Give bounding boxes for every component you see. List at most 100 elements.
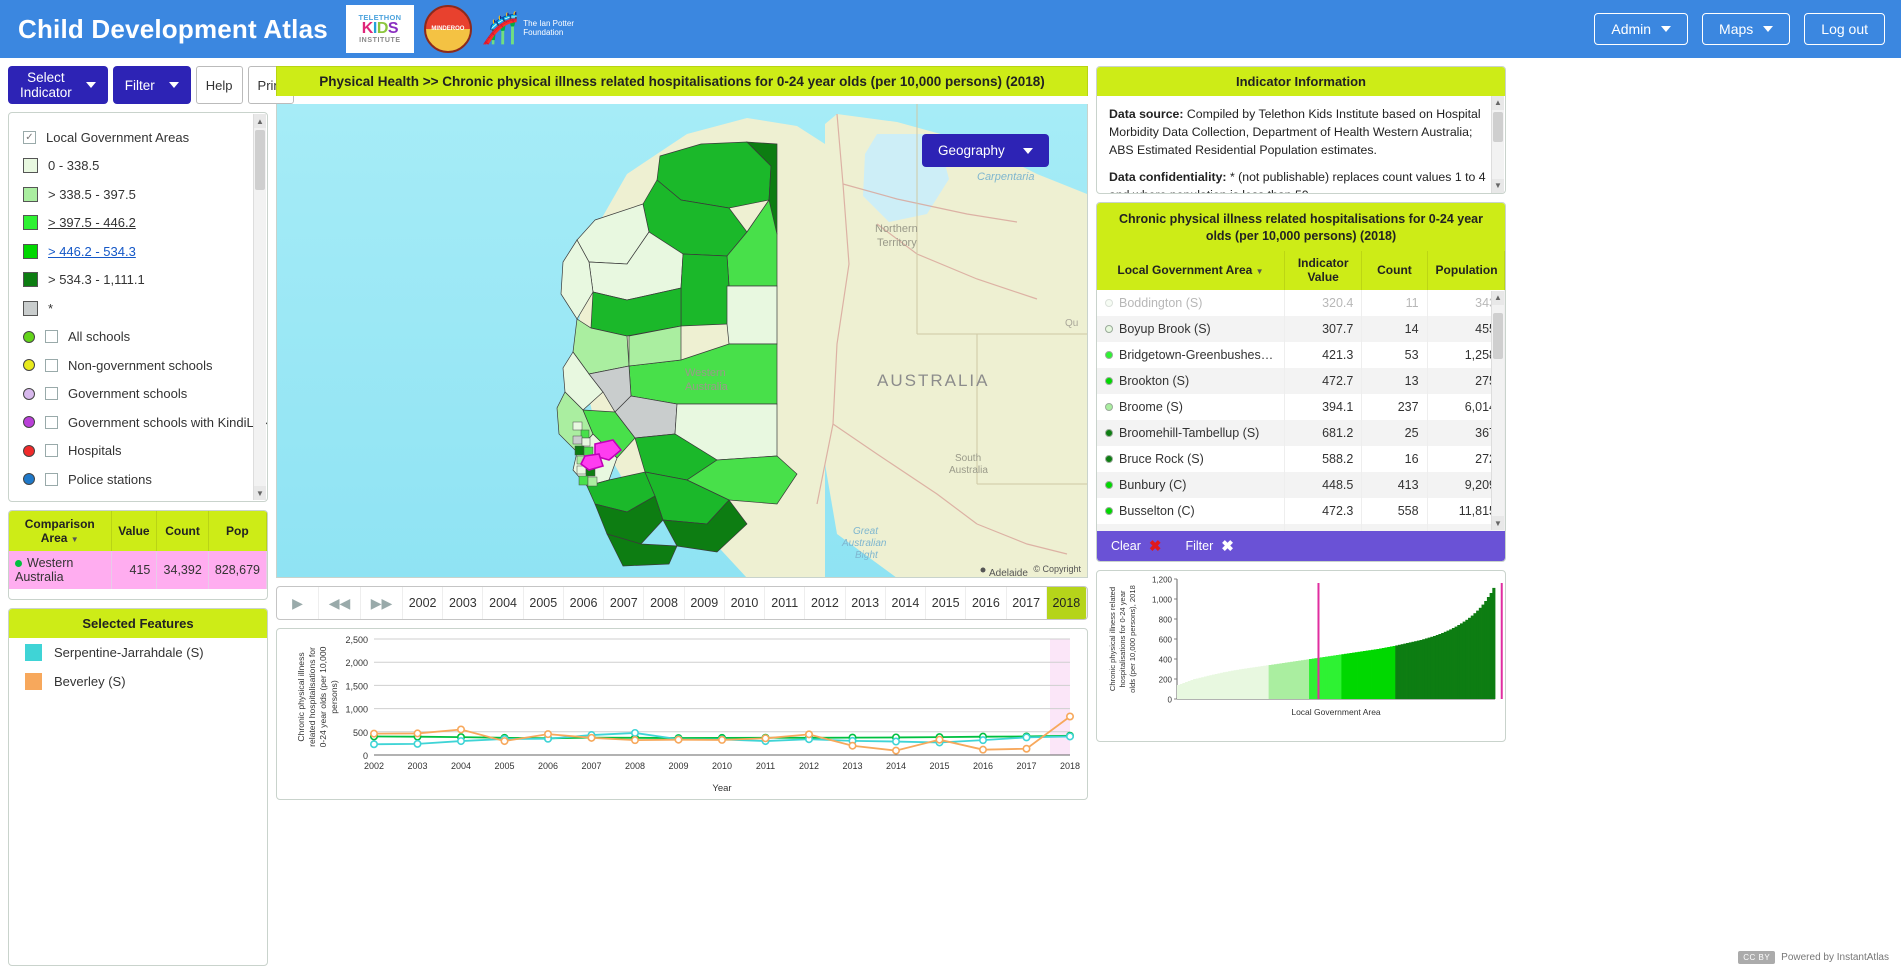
comparison-col-area[interactable]: Comparison Area ▼: [9, 511, 112, 551]
row-count: 16: [1361, 445, 1428, 472]
table-row[interactable]: Bridgetown-Greenbushes (S) 421.3 53 1,25…: [1097, 341, 1505, 368]
timeline-year-2003[interactable]: 2003: [443, 587, 484, 619]
timeline-year-2002[interactable]: 2002: [403, 587, 444, 619]
scrollbar-thumb[interactable]: [255, 130, 265, 190]
scroll-up-icon[interactable]: ▲: [1492, 96, 1504, 110]
col-indicator-value[interactable]: Indicator Value: [1284, 250, 1363, 290]
timeline-year-2017[interactable]: 2017: [1007, 587, 1047, 619]
table-row[interactable]: Boddington (S) 320.4 11 343: [1097, 289, 1505, 316]
comparison-col-pop[interactable]: Pop: [208, 511, 267, 551]
data-table-scroll-area[interactable]: Boddington (S) 320.4 11 343 Boyup Brook …: [1097, 289, 1505, 531]
timeline-year-2011[interactable]: 2011: [765, 587, 806, 619]
timeline-year-2018[interactable]: 2018: [1046, 587, 1087, 619]
table-row[interactable]: Bruce Rock (S) 588.2 16 272: [1097, 445, 1505, 472]
table-row[interactable]: Busselton (C) 472.3 558 11,815: [1097, 497, 1505, 524]
legend-overlay-row[interactable]: Public libraries: [23, 494, 259, 501]
col-local-government-area[interactable]: Local Government Area ▼: [1097, 250, 1285, 290]
legend-class-row[interactable]: > 338.5 - 397.5: [23, 180, 259, 209]
table-filter-button[interactable]: Filter ✖: [1185, 537, 1233, 555]
legend-layer-checkbox[interactable]: ✓: [23, 130, 36, 144]
legend-class-row[interactable]: > 534.3 - 1,111.1: [23, 266, 259, 295]
timeline-year-2013[interactable]: 2013: [846, 587, 886, 619]
clear-button[interactable]: Clear ✖: [1111, 537, 1161, 555]
table-row[interactable]: Western Australia 415 34,392 828,679: [9, 551, 267, 589]
legend-class-label[interactable]: > 397.5 - 446.2: [48, 215, 136, 230]
legend-overlay-row[interactable]: All schools: [23, 323, 259, 352]
timeline-year-2016[interactable]: 2016: [966, 587, 1007, 619]
select-indicator-button[interactable]: Select Indicator: [8, 66, 108, 104]
legend-overlay-checkbox[interactable]: [45, 444, 58, 458]
table-row[interactable]: Boyup Brook (S) 307.7 14 455: [1097, 315, 1505, 342]
legend-overlay-checkbox[interactable]: [45, 387, 58, 401]
legend-overlay-label: Police stations: [68, 471, 152, 487]
list-item[interactable]: Beverley (S): [9, 667, 267, 696]
timeline-year-2006[interactable]: 2006: [564, 587, 605, 619]
scroll-down-icon[interactable]: ▼: [1492, 179, 1504, 193]
admin-menu-button[interactable]: Admin: [1594, 13, 1689, 45]
fast-forward-icon[interactable]: ▶▶: [361, 587, 403, 619]
table-row[interactable]: Broome (S) 394.1 237 6,014: [1097, 393, 1505, 420]
chart-bar: [1424, 638, 1429, 699]
tki-logo-line2: KIDS: [361, 20, 399, 38]
map-graphic[interactable]: Carpentaria Northern Territory Western Austr…: [277, 104, 1087, 578]
table-row[interactable]: Cambridge (T) 527.3 499 9,464: [1097, 523, 1505, 531]
help-button[interactable]: Help: [195, 66, 243, 104]
comparison-col-count[interactable]: Count: [156, 511, 209, 551]
scroll-up-icon[interactable]: ▲: [1492, 290, 1504, 305]
scroll-down-icon[interactable]: ▼: [254, 486, 266, 500]
col-count[interactable]: Count: [1361, 250, 1428, 290]
timeline-year-2010[interactable]: 2010: [725, 587, 766, 619]
legend-class-label[interactable]: > 446.2 - 534.3: [48, 244, 136, 259]
maps-menu-button[interactable]: Maps: [1702, 13, 1791, 45]
legend-class-row[interactable]: > 397.5 - 446.2: [23, 209, 259, 238]
row-count: 499: [1361, 523, 1428, 531]
table-row[interactable]: Broomehill-Tambellup (S) 681.2 25 367: [1097, 419, 1505, 446]
play-icon[interactable]: ▶: [277, 587, 319, 619]
info-scrollbar[interactable]: ▲ ▼: [1491, 96, 1504, 193]
timeline-slider[interactable]: ▶ ◀◀ ▶▶ 2002 2003 2004 2005 2006 2007 2008 2009…: [276, 586, 1088, 620]
scrollbar-thumb[interactable]: [1493, 312, 1503, 359]
timeline-year-2007[interactable]: 2007: [604, 587, 645, 619]
rewind-icon[interactable]: ◀◀: [319, 587, 361, 619]
timeline-year-2004[interactable]: 2004: [483, 587, 524, 619]
timeline-year-2014[interactable]: 2014: [886, 587, 927, 619]
table-row[interactable]: Brookton (S) 472.7 13 275: [1097, 367, 1505, 394]
timeline-year-2005[interactable]: 2005: [524, 587, 564, 619]
table-row[interactable]: Bunbury (C) 448.5 413 9,209: [1097, 471, 1505, 498]
comparison-col-value[interactable]: Value: [111, 511, 158, 551]
legend-overlay-row[interactable]: Police stations: [23, 465, 259, 494]
legend-title-row[interactable]: ✓ Local Government Areas: [23, 123, 259, 152]
col-population[interactable]: Population: [1427, 250, 1505, 290]
timeline-year-2012[interactable]: 2012: [805, 587, 846, 619]
chart-bar: [1268, 665, 1272, 699]
filter-label: Filter: [124, 77, 155, 93]
logout-button[interactable]: Log out: [1804, 13, 1885, 45]
legend-class-row[interactable]: 0 - 338.5: [23, 152, 259, 181]
legend-scrollbar[interactable]: ▲ ▼: [253, 114, 266, 500]
timeline-year-2015[interactable]: 2015: [926, 587, 967, 619]
filter-button[interactable]: Filter: [112, 66, 191, 104]
list-item[interactable]: Serpentine-Jarrahdale (S): [9, 638, 267, 667]
legend-class-row[interactable]: > 446.2 - 534.3: [23, 237, 259, 266]
legend-overlay-row[interactable]: Non-government schools: [23, 351, 259, 380]
comparison-col-area-label: Comparison Area: [24, 517, 95, 545]
creative-commons-badge[interactable]: CC BY: [1738, 951, 1776, 964]
scrollbar-thumb[interactable]: [1493, 112, 1503, 142]
legend-overlay-row[interactable]: Government schools with KindiLink: [23, 408, 267, 437]
legend-overlay-checkbox[interactable]: [45, 472, 58, 486]
scroll-up-icon[interactable]: ▲: [254, 114, 266, 128]
comparison-count: 34,392: [156, 551, 209, 589]
legend-overlay-row[interactable]: Government schools: [23, 380, 259, 409]
legend-class-row[interactable]: *: [23, 294, 259, 323]
data-table-scrollbar[interactable]: ▲ ▼: [1491, 290, 1504, 530]
legend-overlay-row[interactable]: Hospitals: [23, 437, 259, 466]
scroll-down-icon[interactable]: ▼: [1492, 516, 1504, 530]
timeline-year-2009[interactable]: 2009: [685, 587, 725, 619]
timeline-year-2008[interactable]: 2008: [644, 587, 685, 619]
map-viewport[interactable]: Carpentaria Northern Territory Western Austr…: [276, 104, 1088, 578]
geography-button[interactable]: Geography: [922, 134, 1049, 167]
legend-overlay-checkbox[interactable]: [45, 415, 58, 429]
row-lga-name: Bruce Rock (S): [1097, 445, 1285, 472]
legend-overlay-checkbox[interactable]: [45, 330, 58, 344]
legend-overlay-checkbox[interactable]: [45, 358, 58, 372]
